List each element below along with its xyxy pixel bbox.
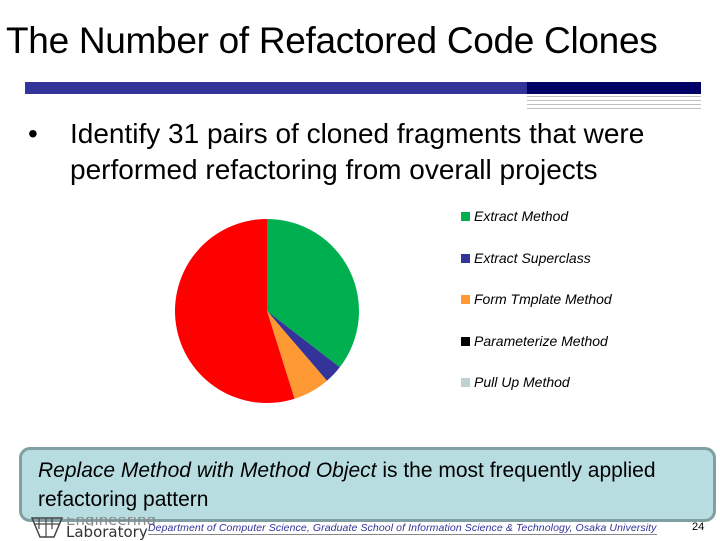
callout-emphasis: Replace Method with Method Object [38, 459, 377, 482]
legend-item: Parameterize Method [461, 332, 608, 350]
legend-item: Pull Up Method [461, 373, 570, 391]
lab-logo-text: Engineering Laboratory [66, 517, 156, 541]
legend-label: Form Tmplate Method [474, 291, 612, 307]
legend-label: Parameterize Method [474, 332, 608, 349]
logo-line-2: Laboratory [66, 523, 148, 541]
legend-swatch-icon [461, 336, 470, 346]
legend-swatch-icon [461, 253, 470, 263]
legend-swatch-icon [461, 378, 470, 387]
legend-item: Extract Method [461, 207, 568, 225]
callout-box: Replace Method with Method Object is the… [19, 447, 716, 522]
legend-swatch-icon [461, 212, 470, 221]
callout-text: Replace Method with Method Object is the… [38, 456, 698, 514]
legend-item: Form Tmplate Method [461, 290, 612, 308]
legend-label: Extract Method [474, 208, 569, 224]
legend-label: Pull Up Method [474, 374, 570, 390]
pie-slices [174, 219, 359, 403]
legend-label: Extract Superclass [474, 249, 591, 266]
footer-department: Department of Computer Science, Graduate… [148, 522, 657, 535]
lab-logo-icon [30, 517, 64, 538]
page-number: 24 [692, 521, 705, 533]
lab-logo: Engineering Laboratory [30, 515, 156, 540]
legend-item: Extract Superclass [461, 249, 591, 267]
legend-swatch-icon [461, 295, 470, 304]
